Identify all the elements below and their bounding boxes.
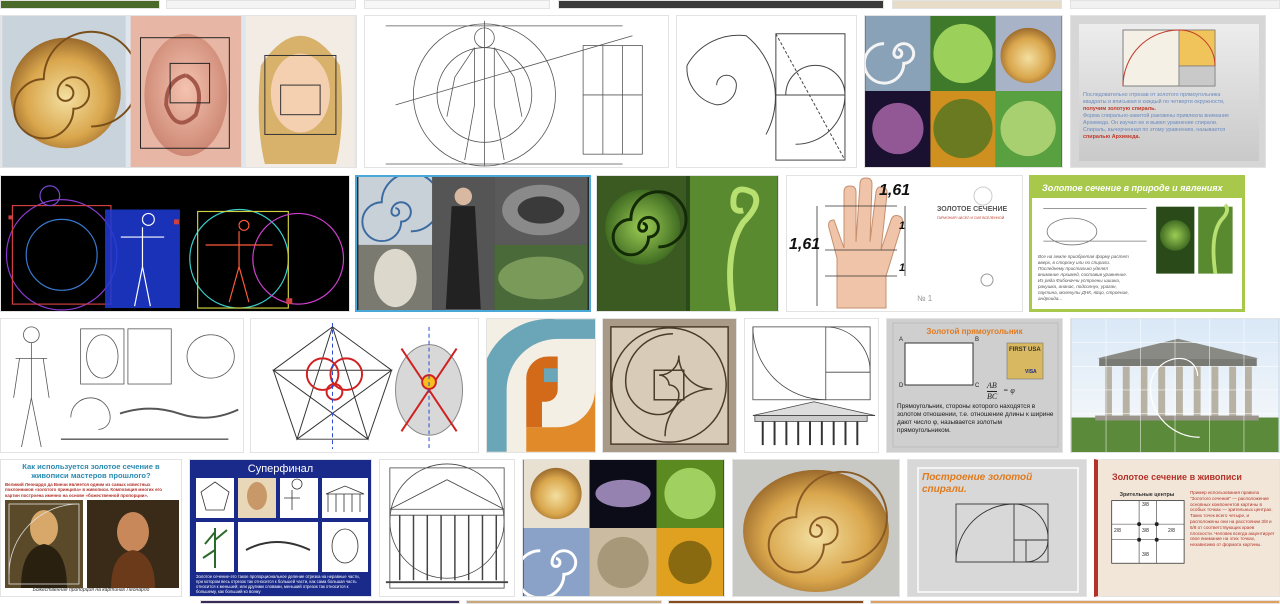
slide-line-6: Спираль, вычерченная по этому уравнению,… xyxy=(1083,127,1226,133)
label-b: B xyxy=(975,337,980,343)
pentagram-face-illustration xyxy=(271,322,464,450)
architecture-spirals-collage xyxy=(358,177,588,310)
image-result-parthenon-lines-drawing[interactable] xyxy=(379,459,515,597)
slide-line-5: Архимеда. Он изучал ее и вывел уравнение… xyxy=(1083,120,1218,126)
label-c: C xyxy=(975,383,980,389)
golden-rect-body: Прямоугольник, стороны которого находятс… xyxy=(897,403,1054,434)
wood-spiral-panel xyxy=(610,326,729,445)
mona-lisa-caption: Божественная пропорция на картинах Леона… xyxy=(32,587,150,593)
image-result-parthenon-spiral-drawing[interactable] xyxy=(744,318,879,453)
label-a: A xyxy=(899,337,904,343)
label-d: D xyxy=(899,383,904,389)
image-result-partial-top-4[interactable] xyxy=(558,0,884,9)
image-result-partial-top-2[interactable] xyxy=(166,0,356,9)
hand-value-2: 1,61 xyxy=(789,236,821,253)
image-result-partial-bottom-4[interactable] xyxy=(870,600,1280,604)
fraction-c: 3/8 xyxy=(1142,528,1149,534)
slide-line-4: Форма спирально-завитой раковины привлек… xyxy=(1083,113,1229,119)
image-result-partial-top-5[interactable] xyxy=(892,0,1062,9)
mona-lisa-paintings xyxy=(5,500,179,588)
image-result-partial-top-1[interactable] xyxy=(0,0,160,9)
image-result-fern-spirals[interactable] xyxy=(596,175,779,312)
image-result-body-proportions-sketch[interactable] xyxy=(0,318,244,453)
nature-slide-text: Все на земле приобретая форму растет вве… xyxy=(1038,254,1156,302)
image-result-partial-bottom-3[interactable] xyxy=(668,600,864,604)
nature-spirals-collage xyxy=(865,16,1062,167)
parthenon-spiral-drawing xyxy=(752,326,876,446)
slide-line-3: получим золотую спираль. xyxy=(1083,106,1156,112)
spiral-build-diagram xyxy=(917,467,1079,593)
image-result-pentagram-face[interactable] xyxy=(250,318,479,453)
color-spiral-art xyxy=(487,319,595,452)
hand-value-1: 1,61 xyxy=(879,182,911,199)
image-result-nature-spirals-collage[interactable] xyxy=(864,15,1063,168)
fraction-a: 3/8 xyxy=(1142,502,1149,508)
image-result-partial-bottom-1[interactable] xyxy=(200,600,460,604)
image-result-natural-spirals-grid[interactable] xyxy=(522,459,725,597)
image-result-partial-top-3[interactable] xyxy=(364,0,550,9)
painting-slide-text: Пример использования правила "Золотого с… xyxy=(1190,490,1275,548)
image-result-mona-lisa-slide[interactable]: Как используется золотое сечение в живоп… xyxy=(0,459,182,597)
image-result-parthenon-photo[interactable] xyxy=(1070,318,1280,453)
golden-slide-text: Последовательно отрезав от золотого прям… xyxy=(1083,92,1259,141)
image-result-wood-spiral-panel[interactable] xyxy=(602,318,737,453)
image-result-spiral-construction-slide[interactable]: Построение золотой спирали. xyxy=(907,459,1087,597)
card-type: VISA xyxy=(1025,369,1037,375)
image-result-nautilus-shell[interactable] xyxy=(732,459,900,597)
vitruvian-neon-illustration xyxy=(5,185,345,311)
image-result-shell-ear-face[interactable] xyxy=(0,15,357,168)
spiral-construction xyxy=(686,33,846,161)
slide-line-1: Последовательно отрезав от золотого прям… xyxy=(1083,92,1221,98)
image-result-partial-top-6[interactable] xyxy=(1070,0,1280,9)
formula-eq: = φ xyxy=(1003,386,1015,395)
nautilus-shell-photo xyxy=(743,469,889,593)
fraction-e: 3/8 xyxy=(1142,552,1149,558)
image-result-nature-phenomena-slide[interactable]: Золотое сечение в природе и явлениях Все… xyxy=(1029,175,1245,312)
card-brand: FIRST USA xyxy=(1009,347,1041,353)
formula-bottom: BC xyxy=(987,391,998,401)
formula-top: AB xyxy=(987,381,997,390)
parthenon-lines-drawing xyxy=(385,463,509,589)
body-proportions-sketch xyxy=(13,326,239,448)
parthenon-photo xyxy=(1071,319,1279,452)
image-result-human-proportions-drawing[interactable] xyxy=(364,15,669,168)
hand-brand-title: ЗОЛОТОЕ СЕЧЕНИЕ xyxy=(937,206,1008,213)
hand-page-number: № 1 xyxy=(917,294,933,303)
superfinal-text: Золотое сечение-это такое пропорциональн… xyxy=(196,574,360,594)
image-result-hand-golden-ratio[interactable]: 1,61 1,61 1 1 ЗОЛОТОЕ СЕЧЕНИЕ ГАРМОНИЯ Ч… xyxy=(786,175,1023,312)
image-result-architecture-spirals[interactable] xyxy=(355,175,591,312)
image-result-superfinal-slide[interactable]: Суперфинал Золотое сечение-это такое про… xyxy=(189,459,372,597)
fraction-d: 2/8 xyxy=(1168,528,1175,534)
hand-value-3: 1 xyxy=(899,220,906,232)
natural-spirals-grid xyxy=(523,460,724,596)
slide-line-7: спиралью Архимеда. xyxy=(1083,134,1141,140)
image-result-partial-bottom-2[interactable] xyxy=(466,600,662,604)
shell-ear-face-illustration xyxy=(2,16,355,167)
image-result-golden-spiral-construction[interactable] xyxy=(676,15,857,168)
slide-line-2: квадраты и вписывая в каждый по четверти… xyxy=(1083,99,1225,105)
nature-line-8: андроида... xyxy=(1038,296,1063,301)
image-result-painting-golden-section-slide[interactable]: Золотое сечение в живописи Зрительные це… xyxy=(1094,459,1280,597)
fraction-b: 2/8 xyxy=(1114,528,1121,534)
hand-value-4: 1 xyxy=(899,262,906,274)
image-result-golden-rectangle-slide[interactable]: Золотой прямоугольник A B C D FIRST USA … xyxy=(886,318,1063,453)
fern-spirals-photo xyxy=(597,176,778,311)
image-result-golden-spiral-slide[interactable]: Последовательно отрезав от золотого прям… xyxy=(1070,15,1266,168)
image-result-vitruvian-neon[interactable] xyxy=(0,175,350,312)
proportion-drawing xyxy=(385,20,643,167)
image-result-color-spiral-art[interactable] xyxy=(486,318,596,453)
hand-brand-sub: ГАРМОНИЯ ЧИСЕЛ И СИЛ ВСЕЛЕННОЙ xyxy=(937,216,1005,220)
